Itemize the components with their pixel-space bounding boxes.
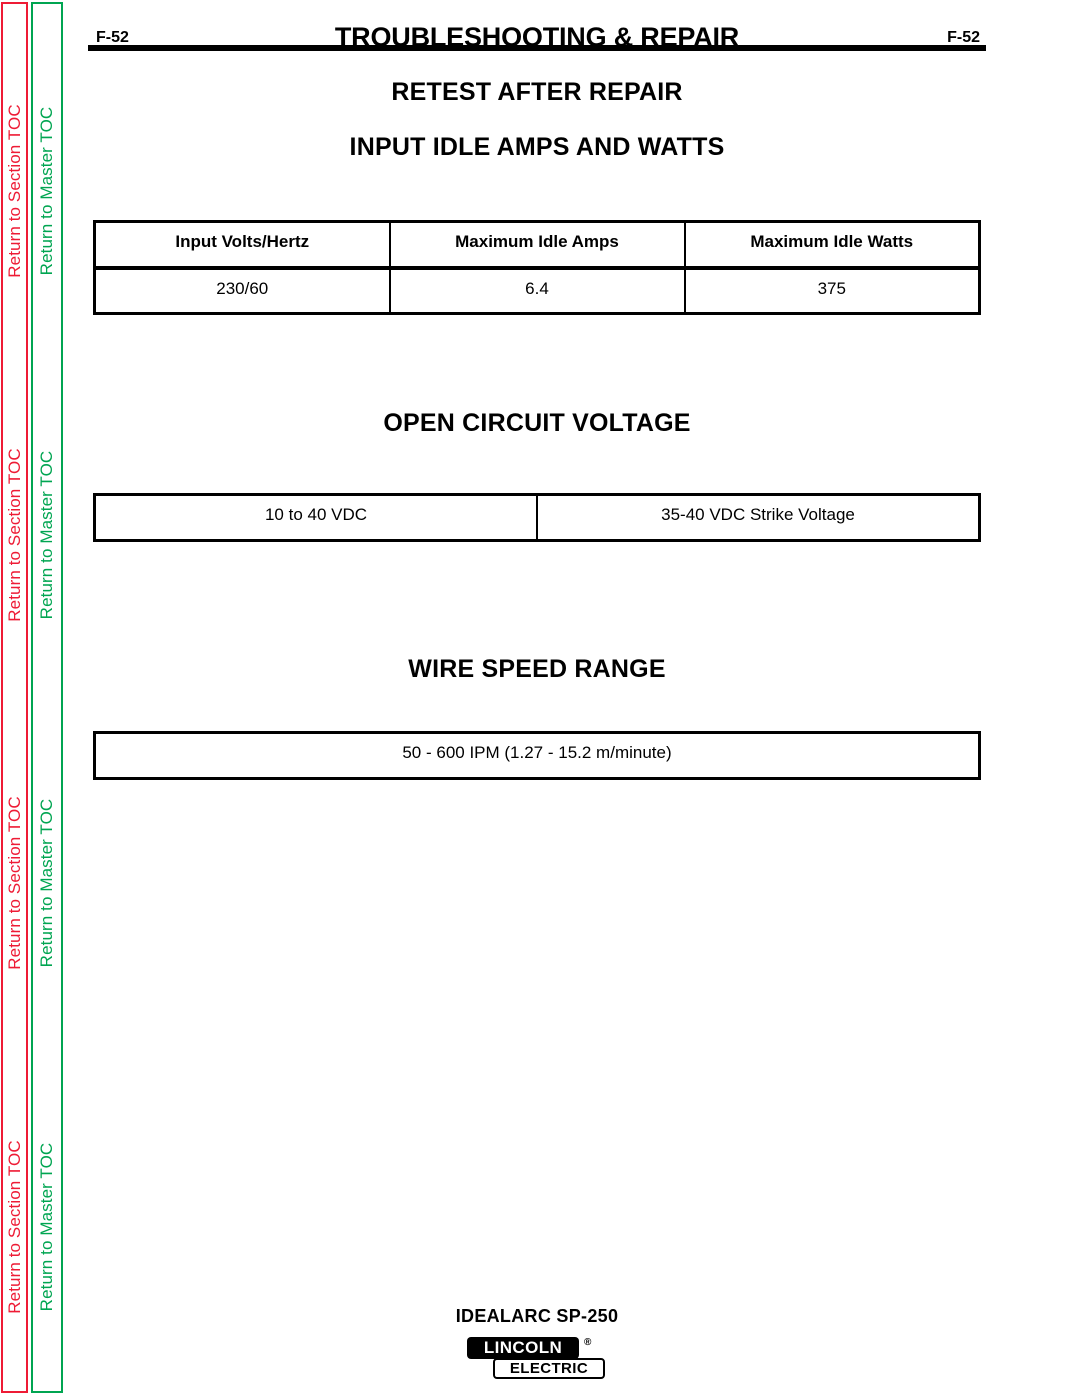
input-idle-table: Input Volts/Hertz Maximum Idle Amps Maxi… — [93, 220, 981, 315]
page-content: F-52 TROUBLESHOOTING & REPAIR F-52 RETES… — [88, 0, 986, 1397]
registered-trademark-icon: ® — [584, 1337, 592, 1348]
master-toc-link[interactable]: Return to Master TOC — [36, 26, 58, 356]
table-row: 50 - 600 IPM (1.27 - 15.2 m/minute) — [93, 731, 981, 780]
column-header-maximum-idle-watts: Maximum Idle Watts — [683, 220, 981, 270]
cell-input-volts-hertz: 230/60 — [93, 266, 391, 315]
table-row: 10 to 40 VDC 35-40 VDC Strike Voltage — [93, 493, 981, 542]
heading-open-circuit-voltage: OPEN CIRCUIT VOLTAGE — [383, 409, 691, 437]
heading-wire-speed-range: WIRE SPEED RANGE — [408, 655, 666, 683]
section-toc-link[interactable]: Return to Section TOC — [4, 26, 26, 356]
master-toc-link[interactable]: Return to Master TOC — [36, 718, 58, 1048]
section-toc-strip[interactable]: Return to Section TOC Return to Section … — [1, 2, 28, 1393]
open-circuit-voltage-table: 10 to 40 VDC 35-40 VDC Strike Voltage — [93, 493, 981, 542]
cell-wire-speed-range: 50 - 600 IPM (1.27 - 15.2 m/minute) — [93, 731, 981, 780]
column-header-input-volts-hertz: Input Volts/Hertz — [93, 220, 391, 270]
heading-retest-after-repair: RETEST AFTER REPAIR — [391, 78, 683, 106]
column-header-maximum-idle-amps: Maximum Idle Amps — [388, 220, 686, 270]
page-footer: IDEALARC SP-250 LINCOLN ® ELECTRIC — [88, 1306, 986, 1386]
lincoln-electric-logo: LINCOLN ® ELECTRIC — [467, 1337, 607, 1381]
navigation-rail: Return to Section TOC Return to Section … — [0, 0, 70, 1397]
master-toc-strip[interactable]: Return to Master TOC Return to Master TO… — [31, 2, 63, 1393]
logo-lincoln-wordmark: LINCOLN — [467, 1337, 579, 1359]
table-row: 230/60 6.4 375 — [93, 266, 981, 315]
master-toc-link[interactable]: Return to Master TOC — [36, 370, 58, 700]
cell-maximum-idle-watts: 375 — [683, 266, 981, 315]
master-toc-link[interactable]: Return to Master TOC — [36, 1062, 58, 1392]
cell-maximum-idle-amps: 6.4 — [388, 266, 686, 315]
model-name: IDEALARC SP-250 — [455, 1306, 619, 1326]
heading-input-idle-amps-and-watts: INPUT IDLE AMPS AND WATTS — [349, 133, 725, 161]
logo-electric-wordmark: ELECTRIC — [493, 1358, 605, 1379]
running-head: F-52 TROUBLESHOOTING & REPAIR F-52 — [88, 22, 986, 58]
table-header-row: Input Volts/Hertz Maximum Idle Amps Maxi… — [93, 220, 981, 270]
section-toc-link[interactable]: Return to Section TOC — [4, 718, 26, 1048]
section-toc-link[interactable]: Return to Section TOC — [4, 370, 26, 700]
cell-ocv-strike-voltage: 35-40 VDC Strike Voltage — [536, 493, 981, 542]
section-toc-link[interactable]: Return to Section TOC — [4, 1062, 26, 1392]
header-rule — [88, 45, 986, 51]
cell-ocv-range: 10 to 40 VDC — [93, 493, 538, 542]
wire-speed-range-table: 50 - 600 IPM (1.27 - 15.2 m/minute) — [93, 731, 981, 780]
